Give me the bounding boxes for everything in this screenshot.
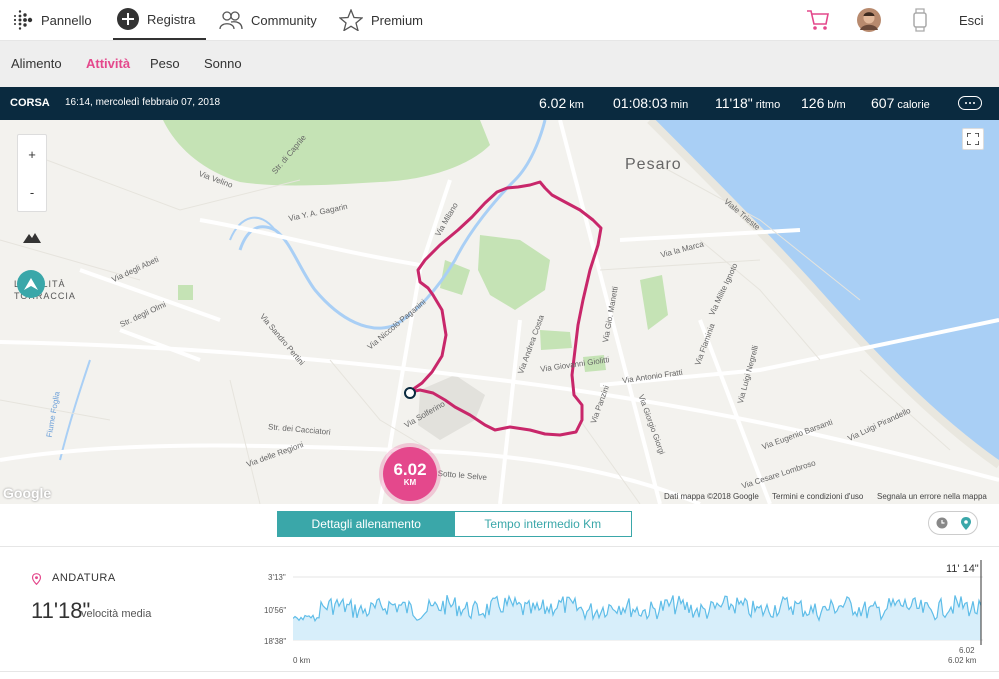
star-icon bbox=[339, 9, 363, 31]
activity-summary-bar: CORSA 16:14, mercoledì febbraio 07, 2018… bbox=[0, 87, 999, 120]
tab-km-splits[interactable]: Tempo intermedio Km bbox=[454, 512, 631, 536]
location-pin-icon[interactable] bbox=[960, 516, 971, 530]
distance-marker-unit: KM bbox=[403, 478, 417, 487]
y-tick-label: 3'13" bbox=[268, 573, 286, 582]
location-pin-icon bbox=[32, 573, 41, 585]
avatar-image bbox=[857, 8, 881, 32]
stat-unit: km bbox=[569, 99, 584, 111]
x-end-label: 6.02 km bbox=[948, 656, 977, 665]
stat-calories: 607 calorie bbox=[871, 95, 930, 111]
cart-button[interactable] bbox=[806, 0, 830, 40]
people-icon bbox=[219, 11, 243, 30]
distance-marker[interactable]: 6.02 KM bbox=[383, 447, 437, 501]
stat-unit: b/m bbox=[827, 99, 846, 111]
pace-chart[interactable] bbox=[293, 560, 983, 645]
subnav-weight[interactable]: Peso bbox=[150, 56, 180, 71]
chart-cursor-distance: 6.02 bbox=[959, 646, 975, 655]
stat-value: 6.02 bbox=[539, 95, 567, 111]
stat-unit: ritmo bbox=[755, 99, 781, 111]
stat-value: 11'18" bbox=[715, 95, 753, 111]
y-tick-label: 10'56" bbox=[264, 606, 287, 615]
watch-icon bbox=[913, 8, 927, 32]
google-logo: Google bbox=[3, 485, 52, 501]
plus-circle-icon bbox=[117, 8, 139, 30]
y-tick-label: 18'38" bbox=[264, 637, 287, 646]
activity-datetime: 16:14, mercoledì febbraio 07, 2018 bbox=[65, 97, 221, 108]
tab-workout-details[interactable]: Dettagli allenamento bbox=[278, 512, 455, 536]
nav-dashboard[interactable]: Pannello bbox=[11, 0, 92, 40]
nav-log[interactable]: Registra bbox=[113, 0, 206, 40]
logout-link[interactable]: Esci bbox=[959, 0, 984, 40]
avatar[interactable] bbox=[857, 0, 881, 40]
top-navigation: Pannello Registra Community Premium Esci bbox=[0, 0, 999, 41]
stat-value: 126 bbox=[801, 95, 825, 111]
subnav-activity[interactable]: Attività bbox=[86, 56, 130, 71]
subnav-sleep[interactable]: Sonno bbox=[204, 56, 242, 71]
section-divider bbox=[0, 546, 999, 547]
x-start-label: 0 km bbox=[293, 656, 311, 665]
terrain-button[interactable] bbox=[17, 222, 47, 252]
section-divider bbox=[0, 671, 999, 672]
dots-logo-icon bbox=[13, 10, 33, 30]
stat-heart-rate: 126 b/m bbox=[801, 95, 846, 111]
map-label-city: Pesaro bbox=[625, 156, 682, 173]
stat-unit: calorie bbox=[897, 99, 930, 111]
clock-icon[interactable] bbox=[936, 517, 948, 529]
average-pace-label: velocità media bbox=[81, 608, 152, 620]
map-report-link[interactable]: Segnala un errore nella mappa bbox=[877, 492, 987, 501]
subnav-food[interactable]: Alimento bbox=[11, 56, 62, 71]
navigation-arrow-icon bbox=[24, 278, 38, 290]
fullscreen-icon bbox=[967, 133, 979, 145]
route-map[interactable]: Pesaro LOCALITÀ TORRACCIA Via Y. A. Gaga… bbox=[0, 120, 999, 504]
view-toggle[interactable] bbox=[928, 511, 978, 535]
zoom-in-button[interactable]: + bbox=[28, 147, 36, 162]
stat-unit: min bbox=[670, 99, 689, 111]
sub-navigation: Alimento Attività Peso Sonno bbox=[0, 41, 999, 87]
nav-community[interactable]: Community bbox=[219, 0, 317, 40]
stat-duration: 01:08:03 min bbox=[613, 95, 688, 111]
stat-distance: 6.02 km bbox=[539, 95, 584, 111]
stat-pace: 11'18" ritmo bbox=[715, 95, 780, 111]
mountain-icon bbox=[23, 233, 41, 243]
map-terms-link[interactable]: Termini e condizioni d'uso bbox=[772, 492, 863, 501]
cart-icon bbox=[807, 10, 829, 30]
distance-marker-value: 6.02 bbox=[393, 460, 427, 479]
nav-label: Community bbox=[251, 12, 317, 28]
map-data-credit: Dati mappa ©2018 Google bbox=[664, 492, 759, 501]
nav-label: Pannello bbox=[41, 12, 92, 28]
stat-value: 01:08:03 bbox=[613, 95, 668, 111]
zoom-out-button[interactable]: - bbox=[30, 185, 34, 200]
pace-area bbox=[293, 595, 981, 640]
stat-value: 607 bbox=[871, 95, 895, 111]
device-button[interactable] bbox=[912, 0, 928, 40]
pace-section-title: ANDATURA bbox=[52, 572, 116, 584]
more-options-button[interactable] bbox=[958, 96, 982, 110]
nav-label: Premium bbox=[371, 12, 424, 28]
fullscreen-button[interactable] bbox=[962, 128, 984, 150]
nav-label: Registra bbox=[147, 11, 196, 27]
detail-tabs: Dettagli allenamento Tempo intermedio Km bbox=[277, 511, 632, 537]
location-button[interactable] bbox=[17, 270, 45, 298]
zoom-control: + - bbox=[17, 134, 47, 212]
activity-type: CORSA bbox=[10, 97, 50, 109]
nav-premium[interactable]: Premium bbox=[339, 0, 423, 40]
